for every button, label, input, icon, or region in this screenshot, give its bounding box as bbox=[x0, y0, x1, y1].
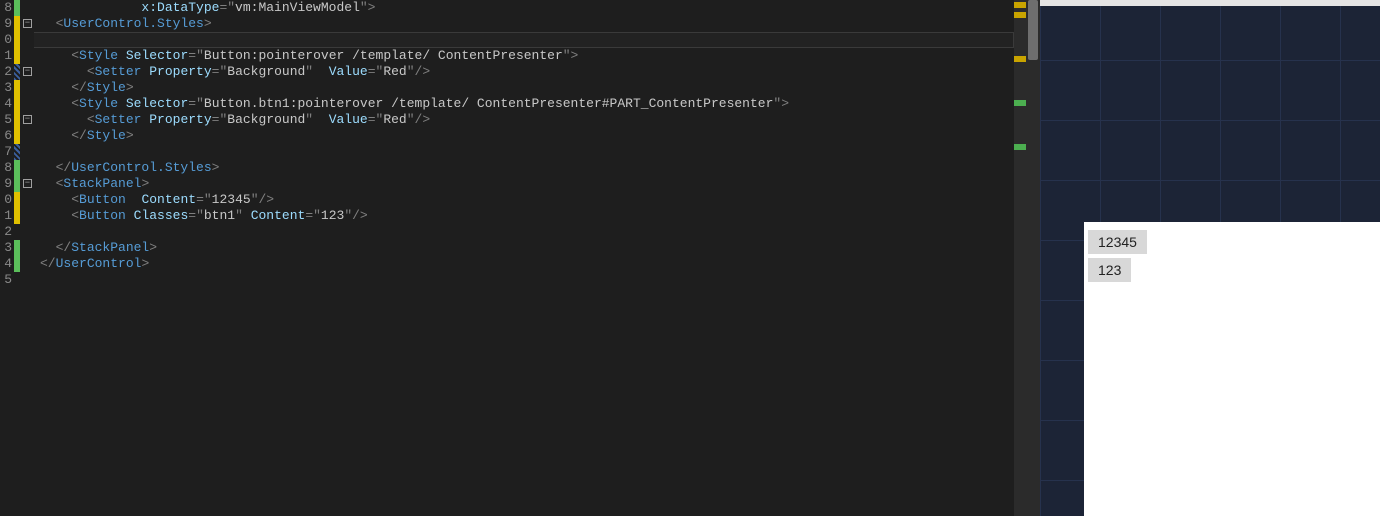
code-line[interactable]: </UserControl.Styles> bbox=[40, 160, 1014, 176]
code-line[interactable] bbox=[40, 272, 1014, 288]
line-number: 2 bbox=[0, 64, 14, 80]
code-line[interactable]: <Style Selector="Button:pointerover /tem… bbox=[40, 48, 1014, 64]
designer-ruler bbox=[1040, 0, 1380, 6]
line-number-gutter: 890123456789012345 bbox=[0, 0, 14, 516]
line-number: 2 bbox=[0, 224, 14, 240]
code-line[interactable]: <Setter Property="Background" Value="Red… bbox=[40, 64, 1014, 80]
fold-column bbox=[20, 0, 34, 516]
stackpanel-preview: 12345 123 bbox=[1084, 222, 1380, 282]
line-number: 4 bbox=[0, 256, 14, 272]
code-editor[interactable]: 890123456789012345 x:DataType="vm:MainVi… bbox=[0, 0, 1040, 516]
line-number: 0 bbox=[0, 192, 14, 208]
line-number: 5 bbox=[0, 272, 14, 288]
line-number: 5 bbox=[0, 112, 14, 128]
line-number: 3 bbox=[0, 240, 14, 256]
designer-preview[interactable]: 12345 123 bbox=[1040, 0, 1380, 516]
minimap-marker bbox=[1014, 100, 1026, 106]
line-number: 1 bbox=[0, 208, 14, 224]
minimap-marker bbox=[1014, 56, 1026, 62]
code-line[interactable]: </UserControl> bbox=[40, 256, 1014, 272]
line-number: 9 bbox=[0, 16, 14, 32]
code-line[interactable]: </StackPanel> bbox=[40, 240, 1014, 256]
scrollbar-thumb[interactable] bbox=[1028, 0, 1038, 60]
fold-toggle[interactable] bbox=[23, 67, 32, 76]
code-line[interactable]: <Style Selector="Button.btn1:pointerover… bbox=[40, 96, 1014, 112]
minimap-marker bbox=[1014, 144, 1026, 150]
designer-surface[interactable]: 12345 123 bbox=[1084, 222, 1380, 516]
code-line[interactable]: <Button Content="12345"/> bbox=[40, 192, 1014, 208]
fold-toggle[interactable] bbox=[23, 179, 32, 188]
code-line[interactable]: x:DataType="vm:MainViewModel"> bbox=[40, 0, 1014, 16]
line-number: 1 bbox=[0, 48, 14, 64]
line-number: 3 bbox=[0, 80, 14, 96]
line-number: 6 bbox=[0, 128, 14, 144]
minimap-marker bbox=[1014, 2, 1026, 8]
line-number: 8 bbox=[0, 160, 14, 176]
fold-toggle[interactable] bbox=[23, 19, 32, 28]
preview-button-1[interactable]: 12345 bbox=[1088, 230, 1147, 254]
code-line[interactable] bbox=[40, 32, 1014, 48]
code-line[interactable]: </Style> bbox=[40, 80, 1014, 96]
line-number: 8 bbox=[0, 0, 14, 16]
minimap-marker bbox=[1014, 12, 1026, 18]
fold-toggle[interactable] bbox=[23, 115, 32, 124]
line-number: 4 bbox=[0, 96, 14, 112]
code-line[interactable] bbox=[40, 144, 1014, 160]
preview-button-2[interactable]: 123 bbox=[1088, 258, 1131, 282]
minimap[interactable] bbox=[1014, 0, 1026, 516]
line-number: 7 bbox=[0, 144, 14, 160]
code-line[interactable]: <StackPanel> bbox=[40, 176, 1014, 192]
vertical-scrollbar[interactable] bbox=[1026, 0, 1040, 516]
code-line[interactable] bbox=[40, 224, 1014, 240]
line-number: 0 bbox=[0, 32, 14, 48]
code-line[interactable]: <Setter Property="Background" Value="Red… bbox=[40, 112, 1014, 128]
code-line[interactable]: <Button Classes="btn1" Content="123"/> bbox=[40, 208, 1014, 224]
code-line[interactable]: </Style> bbox=[40, 128, 1014, 144]
code-line[interactable]: <UserControl.Styles> bbox=[40, 16, 1014, 32]
code-area[interactable]: x:DataType="vm:MainViewModel"> <UserCont… bbox=[34, 0, 1014, 516]
line-number: 9 bbox=[0, 176, 14, 192]
